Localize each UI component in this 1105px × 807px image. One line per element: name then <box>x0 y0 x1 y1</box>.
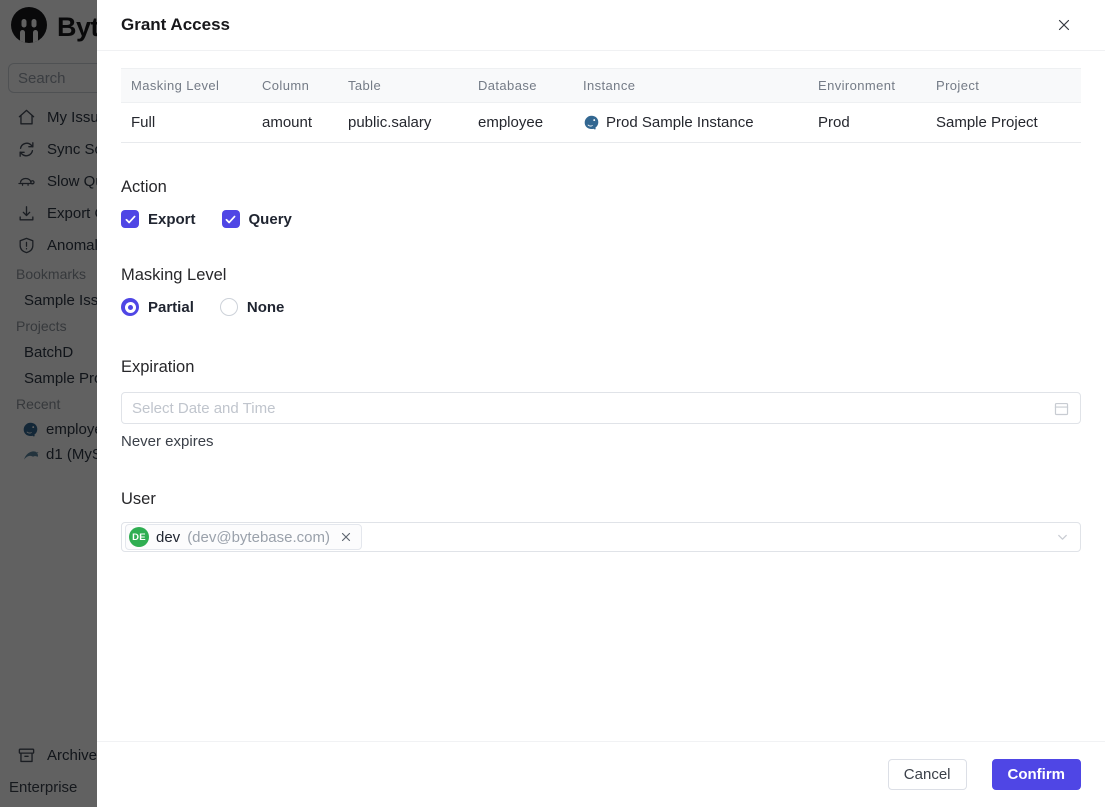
radio-checked-icon <box>121 298 139 316</box>
close-icon[interactable] <box>1053 14 1075 36</box>
postgresql-icon <box>584 115 599 130</box>
user-name: dev <box>156 528 181 546</box>
export-checkbox[interactable]: Export <box>121 210 196 228</box>
radio-unchecked-icon <box>219 298 238 316</box>
confirm-button[interactable]: Confirm <box>991 759 1081 790</box>
modal-body: Masking Level Column Table Database Inst… <box>97 51 1105 741</box>
date-time-field[interactable] <box>132 399 1053 417</box>
modal-header: Grant Access <box>97 0 1105 51</box>
col-project: Project <box>924 68 1081 103</box>
grant-access-modal: Grant Access Masking Level Column Table … <box>97 0 1105 807</box>
col-environment: Environment <box>806 68 924 103</box>
never-expires-note: Never expires <box>121 433 214 450</box>
col-instance: Instance <box>571 68 806 103</box>
query-checkbox[interactable]: Query <box>221 210 292 228</box>
modal-title: Grant Access <box>121 15 230 34</box>
cell-table: public.salary <box>336 102 466 143</box>
cell-environment: Prod <box>806 102 924 143</box>
cell-instance: Prod Sample Instance <box>571 102 806 143</box>
col-column: Column <box>250 68 336 103</box>
col-masking-level: Masking Level <box>121 68 250 103</box>
expiration-date-input[interactable] <box>121 392 1081 424</box>
masking-level-options: Partial None <box>121 298 1081 316</box>
user-email: (dev@bytebase.com) <box>187 528 330 546</box>
partial-radio[interactable]: Partial <box>121 298 194 316</box>
user-heading: User <box>121 490 156 508</box>
cell-project: Sample Project <box>924 102 1081 143</box>
chevron-down-icon[interactable] <box>1055 530 1070 545</box>
expiration-heading: Expiration <box>121 358 195 376</box>
cancel-button[interactable]: Cancel <box>887 759 967 790</box>
avatar: DE <box>129 527 149 547</box>
user-tag: DE dev (dev@bytebase.com) <box>125 524 362 550</box>
col-table: Table <box>336 68 466 103</box>
table-header-row: Masking Level Column Table Database Inst… <box>121 68 1081 103</box>
none-radio[interactable]: None <box>219 298 284 316</box>
remove-user-icon[interactable] <box>339 530 353 544</box>
user-select[interactable]: DE dev (dev@bytebase.com) <box>121 522 1081 552</box>
action-options: Export Query <box>121 210 1081 228</box>
cell-column: amount <box>250 102 336 143</box>
cell-masking-level: Full <box>121 102 250 143</box>
cell-database: employee <box>466 102 571 143</box>
calendar-icon <box>1054 402 1069 415</box>
modal-footer: Cancel Confirm <box>97 741 1105 807</box>
checkbox-checked-icon <box>221 210 240 228</box>
action-heading: Action <box>121 178 167 196</box>
masking-items-table: Masking Level Column Table Database Inst… <box>121 68 1081 143</box>
masking-level-heading: Masking Level <box>121 266 227 284</box>
checkbox-checked-icon <box>121 210 139 228</box>
col-database: Database <box>466 68 571 103</box>
table-row: Full amount public.salary employee Prod … <box>121 102 1081 143</box>
